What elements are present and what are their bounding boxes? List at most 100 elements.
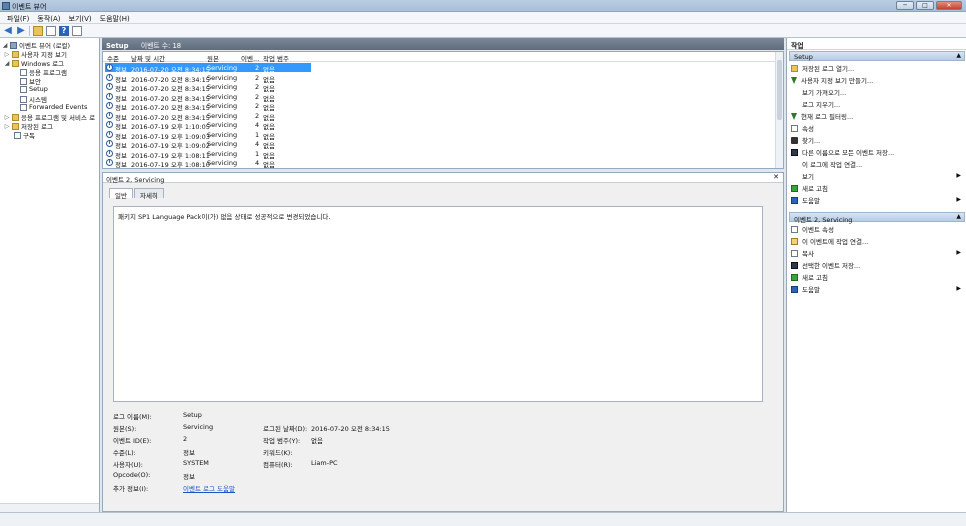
- event-message-box[interactable]: 패키지 SP1 Language Pack이(가) 없음 상태로 성공적으로 변…: [113, 206, 763, 402]
- collapse-icon[interactable]: ◢: [4, 60, 10, 67]
- tree-item-setup[interactable]: Setup: [20, 85, 48, 93]
- action-help[interactable]: 도움말 ▶: [791, 195, 963, 205]
- collapse-icon[interactable]: ◢: [2, 42, 8, 49]
- event-row[interactable]: i 정보 2016-07-19 오후 1:09:02 Servicing 4 없음: [103, 139, 775, 150]
- cell-event-id: 4: [255, 140, 260, 148]
- action-save-selected-events[interactable]: 선택한 이벤트 저장...: [791, 260, 963, 270]
- label-more-info: 추가 정보(I):: [113, 485, 149, 493]
- blank-icon: [791, 173, 798, 180]
- tree-item-subscriptions[interactable]: 구독: [14, 130, 35, 140]
- action-create-custom-view[interactable]: 사용자 지정 보기 만들기...: [791, 75, 963, 85]
- action-view[interactable]: 보기 ▶: [791, 171, 963, 181]
- expand-icon[interactable]: ▷: [4, 114, 10, 121]
- copy-icon: [791, 249, 798, 257]
- tree-horizontal-scrollbar[interactable]: [0, 503, 99, 512]
- help-icon: [791, 285, 798, 293]
- event-row[interactable]: i 정보 2016-07-20 오전 8:34:15 Servicing 2 없음: [103, 63, 775, 74]
- event-row[interactable]: i 정보 2016-07-20 오전 8:34:15 Servicing 2 없음: [103, 92, 775, 103]
- collapse-triangle-icon[interactable]: ▲: [956, 52, 961, 59]
- collapse-triangle-icon[interactable]: ▲: [956, 213, 961, 220]
- tab-details[interactable]: 자세히: [133, 188, 164, 200]
- event-message: 패키지 SP1 Language Pack이(가) 없음 상태로 성공적으로 변…: [118, 213, 331, 221]
- event-list-scrollbar[interactable]: [775, 52, 783, 168]
- expand-icon[interactable]: ▷: [4, 123, 10, 130]
- info-icon: i: [106, 149, 113, 157]
- event-row[interactable]: i 정보 2016-07-20 오전 8:34:15 Servicing 2 없음: [103, 111, 775, 122]
- action-find[interactable]: 찾기...: [791, 135, 963, 145]
- menu-help[interactable]: 도움말(H): [96, 12, 134, 23]
- window-title: 이벤트 뷰어: [12, 3, 47, 11]
- console-tree-icon[interactable]: [46, 25, 56, 36]
- event-row[interactable]: i 정보 2016-07-20 오전 8:34:15 Servicing 2 없음: [103, 73, 775, 84]
- scrollbar-thumb[interactable]: [777, 60, 782, 120]
- action-refresh[interactable]: 새로 고침: [791, 183, 963, 193]
- action-save-all-events-as[interactable]: 다른 이름으로 모든 이벤트 저장...: [791, 147, 963, 157]
- action-copy[interactable]: 복사 ▶: [791, 248, 963, 258]
- action-open-saved-log[interactable]: 저장된 로그 열기...: [791, 63, 963, 73]
- actions-title: 작업: [787, 38, 966, 50]
- action-clear-log[interactable]: 로그 지우기...: [791, 99, 963, 109]
- close-icon[interactable]: ✕: [773, 173, 779, 181]
- action-label: 이벤트 속성: [802, 226, 834, 234]
- cell-source: Servicing: [207, 111, 238, 120]
- event-row[interactable]: i 정보 2016-07-20 오전 8:34:15 Servicing 2 없음: [103, 82, 775, 93]
- section-label: 이벤트 2, Servicing: [794, 216, 853, 224]
- cell-source: Servicing: [207, 102, 238, 110]
- forward-arrow-icon[interactable]: ▶: [16, 25, 26, 36]
- show-hide-action-pane-icon[interactable]: [72, 25, 82, 36]
- event-row[interactable]: i 정보 2016-07-20 오전 8:34:15 Servicing 2 없음: [103, 101, 775, 112]
- menu-action[interactable]: 동작(A): [33, 12, 64, 23]
- close-window-button[interactable]: ✕: [936, 1, 962, 10]
- event-log-help-link[interactable]: 이벤트 로그 도움말: [183, 483, 235, 493]
- event-row[interactable]: i 정보 2016-07-19 오후 1:10:05 Servicing 4 없음: [103, 120, 775, 131]
- minimize-button[interactable]: ─: [896, 1, 914, 10]
- event-row[interactable]: i 정보 2016-07-19 오후 1:08:10 Servicing 4 없음: [103, 158, 775, 168]
- actions-section-setup[interactable]: Setup ▲: [789, 51, 965, 61]
- column-source[interactable]: 원본: [207, 53, 219, 63]
- console-tree: ◢ 이벤트 뷰어 (로컬) ▷ 사용자 지정 보기 ◢ Windows 로그 응…: [0, 38, 100, 512]
- menu-file[interactable]: 파일(F): [3, 12, 33, 23]
- cell-source: Servicing: [207, 140, 238, 148]
- section-label: Setup: [794, 53, 813, 61]
- value-user: SYSTEM: [183, 459, 209, 467]
- window-controls: ─ □ ✕: [896, 1, 962, 10]
- menu-view[interactable]: 보기(V): [65, 12, 96, 23]
- action-import-view[interactable]: 보기 가져오기...: [791, 87, 963, 97]
- cell-source: Servicing: [207, 130, 238, 139]
- back-arrow-icon[interactable]: ◀: [3, 25, 13, 36]
- tab-general[interactable]: 일반: [109, 188, 133, 200]
- action-help-event[interactable]: 도움말 ▶: [791, 284, 963, 294]
- open-folder-icon[interactable]: [33, 25, 43, 36]
- action-label: 도움말: [802, 286, 820, 294]
- label-computer: 컴퓨터(R):: [263, 461, 293, 469]
- info-icon: i: [106, 111, 113, 119]
- column-level[interactable]: 수준: [107, 53, 119, 63]
- tree-item-forwarded-events[interactable]: Forwarded Events: [20, 103, 87, 111]
- action-label: 보기: [802, 173, 814, 181]
- tree-label: Forwarded Events: [29, 103, 88, 111]
- column-task-category[interactable]: 작업 범주: [263, 53, 289, 63]
- maximize-button[interactable]: □: [916, 1, 934, 10]
- action-refresh-event[interactable]: 새로 고침: [791, 272, 963, 282]
- event-count: 이벤트 수: 18: [140, 42, 182, 50]
- value-logged: 2016-07-20 오전 8:34:15: [311, 425, 390, 433]
- folder-icon: [12, 113, 19, 121]
- action-event-properties[interactable]: 이벤트 속성: [791, 224, 963, 234]
- column-event-id[interactable]: 이벤...: [241, 53, 259, 63]
- event-row[interactable]: i 정보 2016-07-19 오후 1:08:11 Servicing 1 없음: [103, 149, 775, 160]
- action-attach-task-to-event[interactable]: 이 이벤트에 작업 연결...: [791, 236, 963, 246]
- action-label: 선택한 이벤트 저장...: [802, 262, 861, 270]
- action-attach-task-to-log[interactable]: 이 로그에 작업 연결...: [791, 159, 963, 169]
- action-label: 찾기...: [802, 137, 821, 145]
- folder-icon: [791, 64, 798, 72]
- action-properties[interactable]: 속성: [791, 123, 963, 133]
- actions-section-event[interactable]: 이벤트 2, Servicing ▲: [789, 212, 965, 224]
- action-filter-current-log[interactable]: 현재 로그 필터링...: [791, 111, 963, 121]
- label-source: 원본(S):: [113, 425, 137, 433]
- event-row[interactable]: i 정보 2016-07-19 오후 1:09:03 Servicing 1 없음: [103, 130, 775, 141]
- cell-event-id: 2: [255, 111, 260, 120]
- expand-icon[interactable]: ▷: [4, 51, 10, 58]
- help-icon[interactable]: ?: [59, 25, 69, 36]
- action-label: 보기 가져오기...: [802, 89, 847, 97]
- column-datetime[interactable]: 날짜 및 시간: [131, 53, 165, 63]
